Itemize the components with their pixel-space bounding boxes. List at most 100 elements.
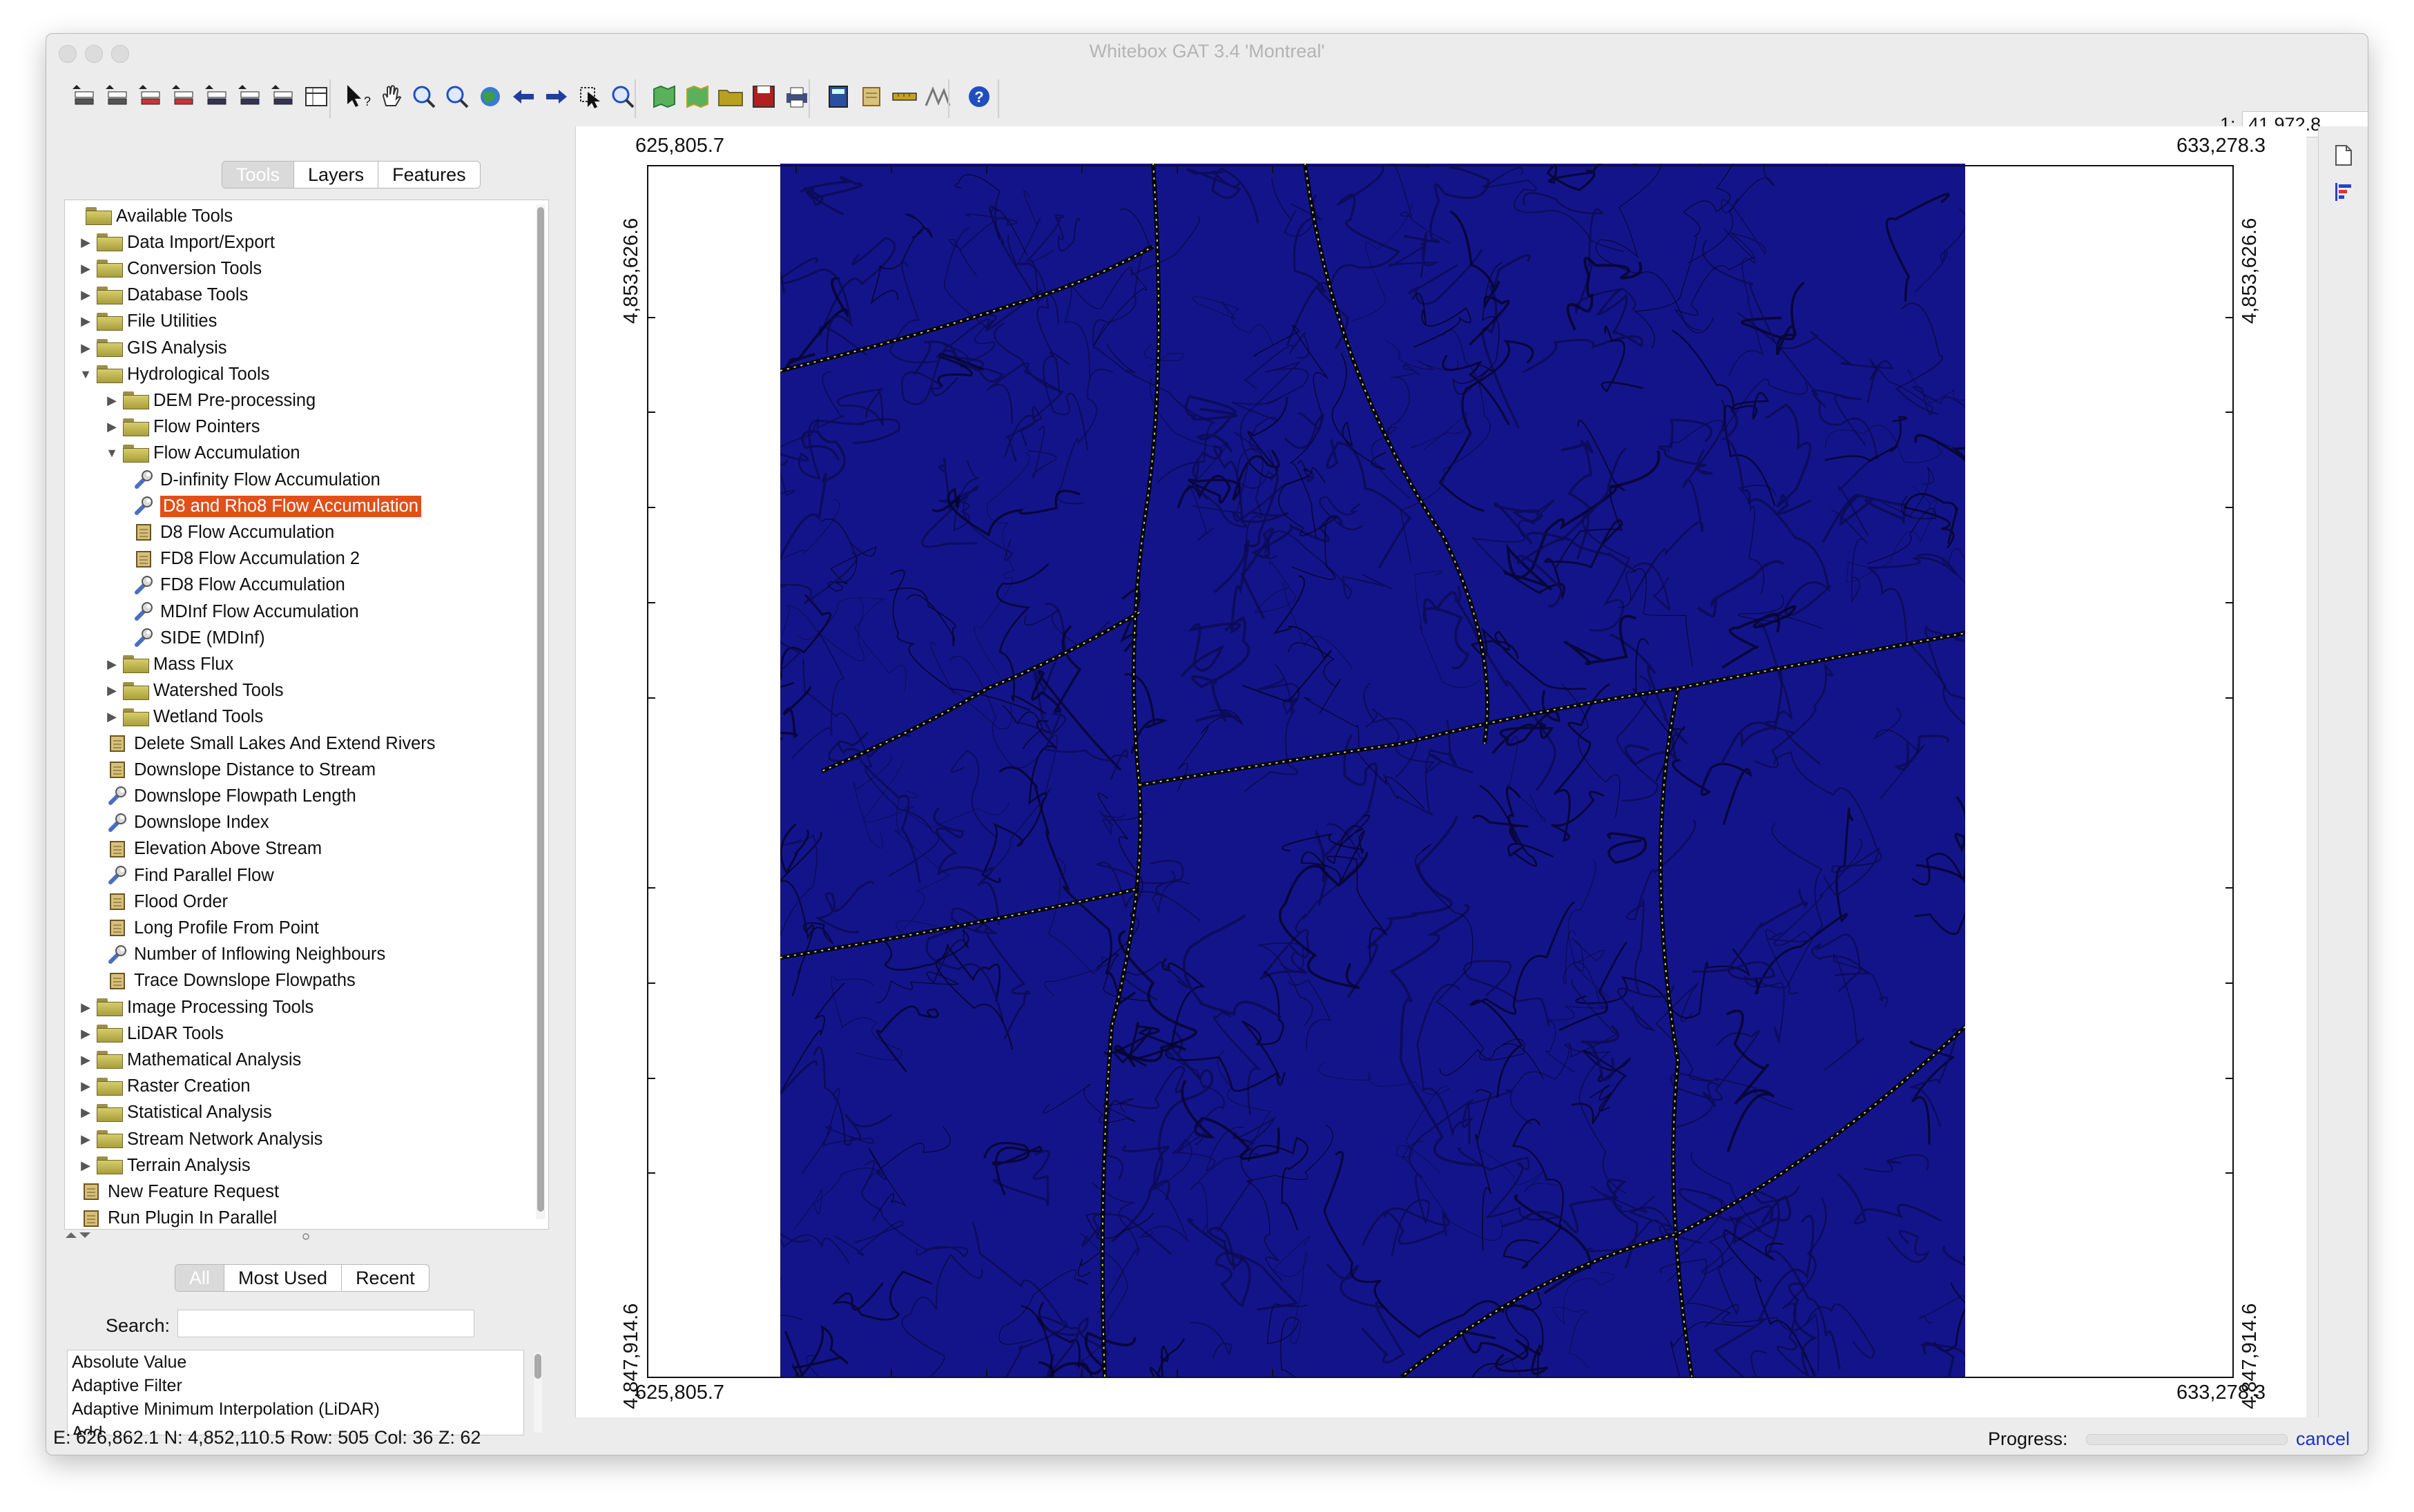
add-layer-button[interactable] xyxy=(67,79,102,114)
remove-layer-button[interactable] xyxy=(100,79,135,114)
zoom-to-selection-icon[interactable] xyxy=(608,82,637,111)
full-extent-globe-icon[interactable] xyxy=(476,82,505,111)
profile-line-button[interactable] xyxy=(920,79,955,114)
layer-visibility-button[interactable] xyxy=(266,79,300,114)
open-folder-icon[interactable] xyxy=(716,82,745,111)
panel-splitter[interactable] xyxy=(64,1230,548,1243)
tree-folder[interactable]: ▶ Data Import/Export xyxy=(79,229,275,255)
select-feature-button[interactable] xyxy=(572,79,607,114)
tree-tool-item[interactable]: D8 Flow Accumulation xyxy=(131,519,334,545)
layer-to-bottom-button[interactable] xyxy=(233,79,267,114)
scroll-script-icon[interactable] xyxy=(857,82,886,111)
lower-layer-button[interactable] xyxy=(166,79,201,114)
layer-visibility-icon[interactable] xyxy=(269,82,298,111)
pan-hand-icon[interactable] xyxy=(376,82,405,111)
new-map-button[interactable] xyxy=(647,79,682,114)
collapsed-triangle-icon[interactable]: ▶ xyxy=(79,1105,93,1120)
collapsed-triangle-icon[interactable]: ▶ xyxy=(105,420,119,434)
attribute-table-icon[interactable] xyxy=(302,82,331,111)
scroll-script-button[interactable] xyxy=(854,79,889,114)
tree-folder[interactable]: ▼ Hydrological Tools xyxy=(79,361,269,387)
save-map-icon[interactable] xyxy=(749,82,778,111)
attribute-table-button[interactable] xyxy=(299,79,334,114)
tree-folder[interactable]: ▶ Flow Pointers xyxy=(105,414,260,440)
open-map-button[interactable] xyxy=(680,79,715,114)
collapsed-triangle-icon[interactable]: ▶ xyxy=(79,1053,93,1067)
calculator-icon[interactable] xyxy=(824,82,853,111)
tree-folder[interactable]: ▶ GIS Analysis xyxy=(79,335,226,361)
tree-folder[interactable]: ▶ Watershed Tools xyxy=(105,678,283,704)
collapsed-triangle-icon[interactable]: ▶ xyxy=(105,710,119,724)
search-tab-most-used[interactable]: Most Used xyxy=(224,1265,342,1291)
tree-scrollbar-thumb[interactable] xyxy=(537,207,544,1212)
lower-layer-icon[interactable] xyxy=(169,82,198,111)
tree-folder[interactable]: ▶ Statistical Analysis xyxy=(79,1100,272,1126)
tree-tool-item[interactable]: Trace Downslope Flowpaths xyxy=(105,968,356,994)
remove-layer-icon[interactable] xyxy=(103,82,132,111)
pan-hand-button[interactable] xyxy=(374,79,408,114)
next-extent-icon[interactable] xyxy=(542,82,571,111)
select-identify-icon[interactable]: ? xyxy=(343,82,372,111)
collapsed-triangle-icon[interactable]: ▶ xyxy=(79,262,93,276)
tree-tool-item[interactable]: Long Profile From Point xyxy=(105,915,319,941)
collapsed-triangle-icon[interactable]: ▶ xyxy=(79,314,93,329)
tree-tool-item[interactable]: Downslope Distance to Stream xyxy=(105,757,376,783)
tree-tool-item[interactable]: Downslope Flowpath Length xyxy=(105,783,356,809)
zoom-out-button[interactable] xyxy=(440,79,474,114)
collapsed-triangle-icon[interactable]: ▶ xyxy=(79,288,93,302)
collapsed-triangle-icon[interactable]: ▶ xyxy=(105,394,119,408)
tree-folder[interactable]: ▶ Raster Creation xyxy=(79,1074,251,1100)
map-view[interactable]: 625,805.7 633,278.3 625,805.7 633,278.3 … xyxy=(575,126,2306,1455)
tree-folder[interactable]: ▶ Database Tools xyxy=(79,282,248,309)
tree-folder[interactable]: ▶ DEM Pre-processing xyxy=(105,387,316,414)
tree-scrollbar[interactable] xyxy=(536,204,545,1219)
collapsed-triangle-icon[interactable]: ▶ xyxy=(79,1000,93,1015)
zoom-in-icon[interactable] xyxy=(409,82,438,111)
collapsed-triangle-icon[interactable]: ▶ xyxy=(79,1132,93,1147)
tree-folder[interactable]: ▶ Mathematical Analysis xyxy=(79,1047,301,1073)
tree-folder[interactable]: ▶ Stream Network Analysis xyxy=(79,1126,322,1152)
search-input[interactable] xyxy=(177,1310,474,1337)
tab-features[interactable]: Features xyxy=(378,162,480,188)
collapsed-triangle-icon[interactable]: ▶ xyxy=(105,684,119,698)
add-layer-icon[interactable] xyxy=(70,82,99,111)
previous-extent-button[interactable] xyxy=(506,79,541,114)
document-icon[interactable] xyxy=(2334,144,2353,166)
tree-tool-item[interactable]: Delete Small Lakes And Extend Rivers xyxy=(105,730,436,757)
select-feature-icon[interactable] xyxy=(575,82,604,111)
print-icon[interactable] xyxy=(782,82,811,111)
tree-folder[interactable]: ▶ Wetland Tools xyxy=(105,704,263,730)
results-scrollbar-thumb[interactable] xyxy=(534,1354,541,1379)
cancel-link[interactable]: cancel xyxy=(2296,1428,2350,1450)
tree-tool-item[interactable]: SIDE (MDInf) xyxy=(131,625,265,651)
collapsed-triangle-icon[interactable]: ▶ xyxy=(79,235,93,250)
tree-folder[interactable]: Available Tools xyxy=(68,203,233,229)
new-map-icon[interactable] xyxy=(650,82,679,111)
layer-to-top-button[interactable] xyxy=(200,79,234,114)
expanded-triangle-icon[interactable]: ▼ xyxy=(79,367,93,382)
tree-tool-item[interactable]: FD8 Flow Accumulation 2 xyxy=(131,546,360,572)
search-tab-recent[interactable]: Recent xyxy=(342,1265,429,1291)
measure-ruler-button[interactable] xyxy=(887,79,922,114)
expanded-triangle-icon[interactable]: ▼ xyxy=(105,446,119,461)
save-map-button[interactable] xyxy=(746,79,781,114)
full-extent-globe-button[interactable] xyxy=(473,79,508,114)
zoom-in-button[interactable] xyxy=(407,79,441,114)
search-tab-all[interactable]: All xyxy=(175,1265,225,1291)
tree-folder[interactable]: ▶ Mass Flux xyxy=(105,651,233,677)
calculator-button[interactable] xyxy=(821,79,856,114)
tree-folder[interactable]: ▶ Image Processing Tools xyxy=(79,994,313,1020)
zoom-out-icon[interactable] xyxy=(443,82,472,111)
select-identify-button[interactable]: ? xyxy=(340,79,375,114)
tree-tool-item[interactable]: Downslope Index xyxy=(105,810,269,836)
collapsed-triangle-icon[interactable]: ▶ xyxy=(79,1159,93,1173)
legend-bars-icon[interactable] xyxy=(2334,182,2353,202)
layer-to-bottom-icon[interactable] xyxy=(235,82,264,111)
tab-layers[interactable]: Layers xyxy=(294,162,379,188)
tree-tool-item[interactable]: Run Plugin In Parallel xyxy=(79,1205,277,1229)
help-icon[interactable]: ? xyxy=(965,82,994,111)
collapsed-triangle-icon[interactable]: ▶ xyxy=(79,341,93,356)
tree-folder[interactable]: ▶ File Utilities xyxy=(79,309,217,335)
tree-tool-item[interactable]: MDInf Flow Accumulation xyxy=(131,599,359,625)
open-folder-button[interactable] xyxy=(713,79,748,114)
